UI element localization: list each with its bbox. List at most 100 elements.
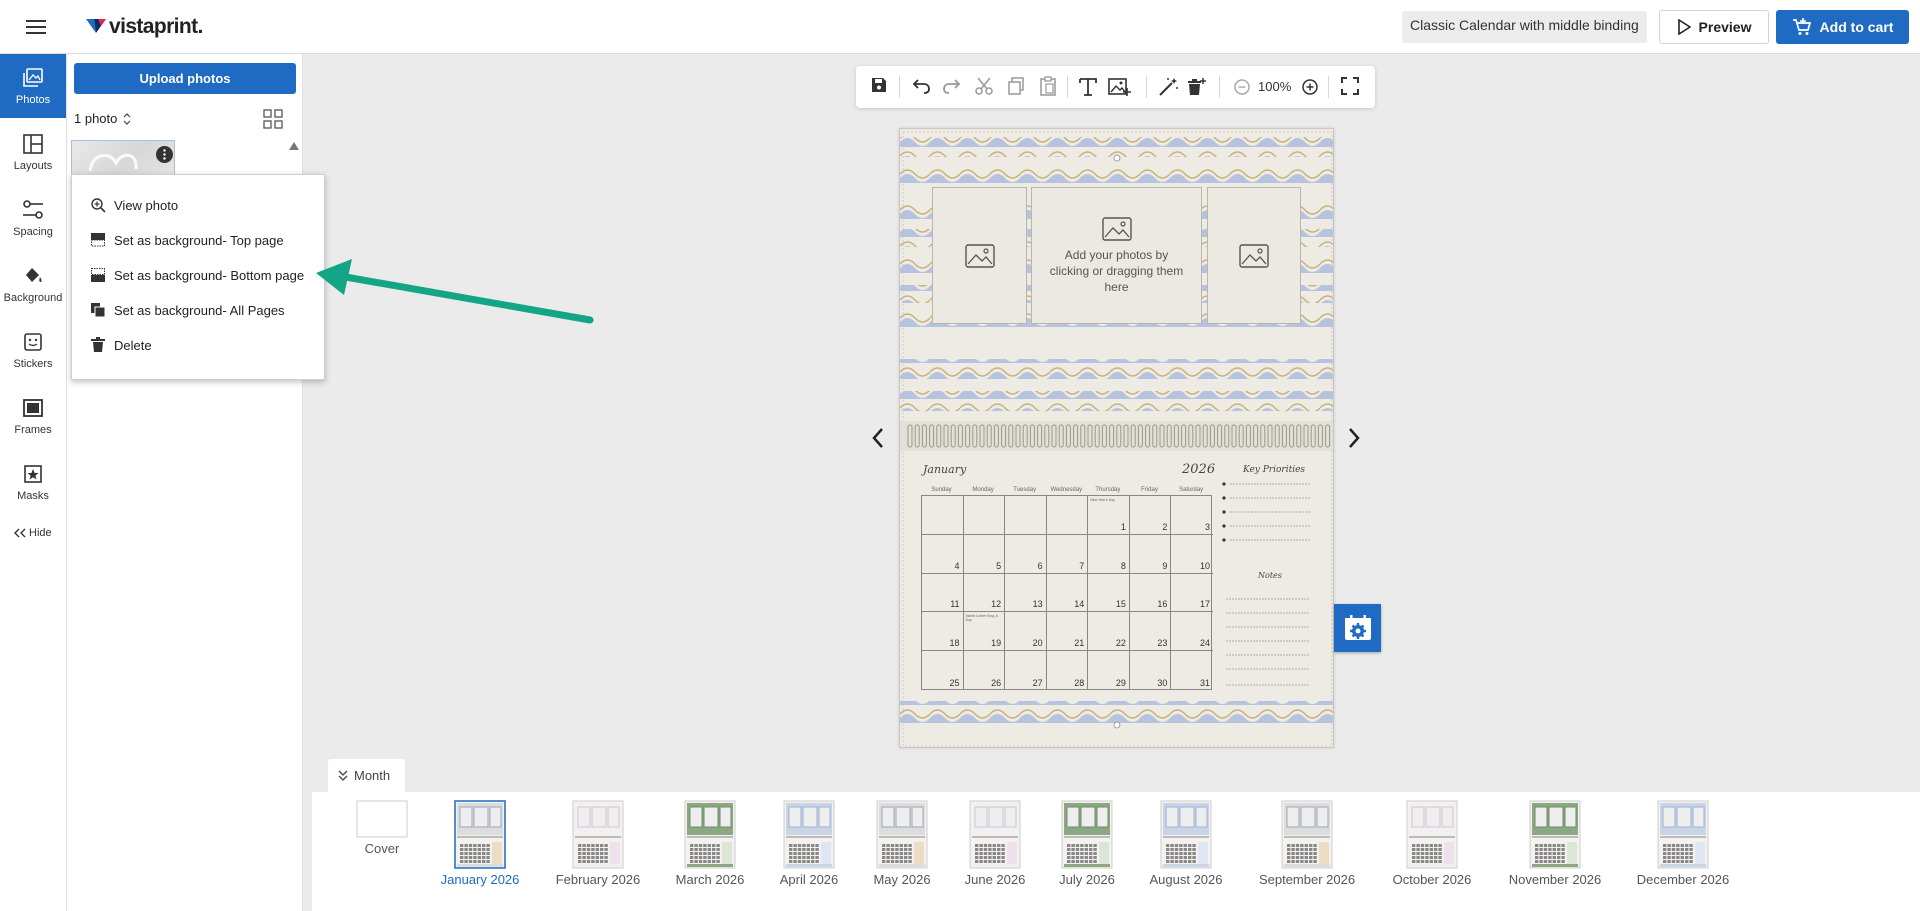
month-page-thumbnail[interactable]: [454, 800, 506, 869]
upload-photos-button[interactable]: Upload photos: [74, 63, 296, 94]
grid-view-icon[interactable]: [263, 109, 283, 129]
rail-item-masks[interactable]: Masks: [0, 450, 66, 514]
calendar-day-cell[interactable]: 7: [1046, 534, 1089, 574]
previous-page-arrow-icon[interactable]: [870, 426, 886, 450]
calendar-day-cell[interactable]: [922, 496, 964, 535]
calendar-day-cell[interactable]: 4: [922, 534, 964, 574]
calendar-day-cell[interactable]: 24: [1171, 612, 1213, 652]
month-page-thumbnail[interactable]: [1406, 800, 1458, 869]
rail-item-photos[interactable]: Photos: [0, 54, 66, 118]
calendar-day-cell[interactable]: 22: [1088, 612, 1130, 652]
calendar-day-cell[interactable]: 26: [964, 651, 1006, 690]
delete-all-icon[interactable]: [1186, 76, 1208, 98]
month-page-thumbnail[interactable]: [1160, 800, 1212, 869]
month-page-label[interactable]: October 2026: [1362, 872, 1502, 887]
vistaprint-logo[interactable]: vistaprint.: [85, 14, 203, 40]
magic-wand-icon[interactable]: [1157, 76, 1179, 98]
calendar-day-cell[interactable]: 9: [1129, 534, 1172, 574]
month-page-thumbnail[interactable]: [572, 800, 624, 869]
calendar-day-cell[interactable]: 10: [1171, 535, 1213, 574]
undo-icon[interactable]: [910, 76, 932, 96]
calendar-day-cell[interactable]: 21: [1046, 612, 1089, 652]
calendar-day-cell[interactable]: [1005, 496, 1047, 535]
month-page-thumbnail[interactable]: [1061, 800, 1113, 869]
calendar-day-cell[interactable]: 18: [922, 612, 964, 652]
menu-item-bg-all-pages[interactable]: Set as background- All Pages: [90, 299, 285, 321]
day-number: 15: [1115, 599, 1126, 610]
calendar-day-cell[interactable]: 6: [1005, 534, 1047, 574]
redo-icon[interactable]: [941, 76, 963, 96]
month-page-thumbnail[interactable]: [783, 800, 835, 869]
photo-sort-dropdown[interactable]: 1 photo: [74, 111, 131, 126]
month-page-thumbnail[interactable]: [684, 800, 736, 869]
calendar-day-cell[interactable]: 15: [1088, 573, 1130, 613]
copy-icon[interactable]: [1006, 76, 1026, 96]
photo-placeholder-left[interactable]: [932, 187, 1027, 324]
month-page-thumbnail[interactable]: [1281, 800, 1333, 869]
calendar-day-cell[interactable]: 13: [1005, 573, 1047, 613]
hide-panel-button[interactable]: Hide: [14, 527, 52, 539]
calendar-day-cell[interactable]: 20: [1005, 612, 1047, 652]
next-page-arrow-icon[interactable]: [1346, 426, 1362, 450]
month-strip-toggle[interactable]: Month: [328, 759, 405, 792]
calendar-day-cell[interactable]: [1046, 496, 1089, 535]
calendar-day-cell[interactable]: 8: [1088, 534, 1130, 574]
zoom-in-icon[interactable]: [1300, 76, 1320, 96]
calendar-day-cell[interactable]: 1 New Year's Day: [1088, 496, 1130, 535]
image-tool-icon[interactable]: [1107, 76, 1131, 98]
calendar-day-cell[interactable]: 30: [1130, 651, 1172, 690]
calendar-day-cell[interactable]: 28: [1047, 651, 1089, 690]
text-tool-icon[interactable]: [1077, 76, 1099, 98]
month-page-label[interactable]: August 2026: [1116, 872, 1256, 887]
calendar-day-cell[interactable]: 25: [922, 651, 964, 690]
calendar-day-cell[interactable]: 3: [1171, 496, 1213, 535]
calendar-day-cell[interactable]: 16: [1129, 573, 1172, 613]
rail-item-spacing[interactable]: Spacing: [0, 186, 66, 250]
rail-item-frames[interactable]: Frames: [0, 384, 66, 448]
month-page-thumbnail[interactable]: [876, 800, 928, 869]
calendar-day-cell[interactable]: 2: [1129, 496, 1172, 535]
month-page-label[interactable]: September 2026: [1237, 872, 1377, 887]
calendar-day-cell[interactable]: 27: [1005, 651, 1047, 690]
hide-label: Hide: [29, 527, 52, 539]
photo-more-options-button[interactable]: [156, 146, 173, 163]
calendar-day-cell[interactable]: 19 Martin Luther King Jr. Day: [963, 612, 1006, 652]
month-page-label[interactable]: Cover: [312, 841, 452, 856]
month-page-thumbnail[interactable]: [356, 800, 408, 869]
rail-item-stickers[interactable]: Stickers: [0, 318, 66, 382]
photo-placeholder-center[interactable]: Add your photos by clicking or dragging …: [1031, 187, 1202, 324]
scissors-icon[interactable]: [974, 76, 994, 96]
calendar-day-cell[interactable]: 29: [1088, 651, 1130, 690]
month-page-label[interactable]: December 2026: [1613, 872, 1753, 887]
menu-item-bg-bottom-page[interactable]: Set as background- Bottom page: [90, 264, 304, 286]
zoom-out-icon[interactable]: [1232, 76, 1252, 96]
add-to-cart-button[interactable]: Add to cart: [1776, 10, 1909, 44]
rail-item-background[interactable]: Background: [0, 252, 66, 316]
calendar-day-cell[interactable]: 11: [922, 573, 964, 613]
month-page-thumbnail[interactable]: [1657, 800, 1709, 869]
fullscreen-icon[interactable]: [1340, 76, 1360, 96]
month-page-thumbnail[interactable]: [969, 800, 1021, 869]
calendar-day-cell[interactable]: 17: [1171, 574, 1213, 613]
calendar-day-cell[interactable]: 14: [1046, 573, 1089, 613]
menu-item-bg-top-page[interactable]: Set as background- Top page: [90, 229, 284, 251]
month-page-thumbnail[interactable]: [1529, 800, 1581, 869]
calendar-day-cell[interactable]: [963, 496, 1006, 535]
month-page-label[interactable]: November 2026: [1485, 872, 1625, 887]
calendar-settings-button[interactable]: [1334, 604, 1381, 652]
photo-placeholder-right[interactable]: [1207, 187, 1301, 324]
calendar-day-cell[interactable]: 5: [963, 534, 1006, 574]
calendar-page-canvas[interactable]: Add your photos by clicking or dragging …: [899, 128, 1334, 748]
calendar-day-cell[interactable]: 31: [1171, 651, 1213, 690]
hamburger-menu-icon[interactable]: [25, 17, 47, 37]
preview-button[interactable]: Preview: [1659, 10, 1769, 44]
menu-item-view-photo[interactable]: View photo: [90, 194, 178, 216]
calendar-day-cell[interactable]: 12: [963, 573, 1006, 613]
calendar-day-cell[interactable]: 23: [1129, 612, 1172, 652]
scroll-up-arrow-icon[interactable]: [289, 142, 299, 150]
calendar-name-field[interactable]: Classic Calendar with middle binding: [1402, 11, 1647, 43]
paste-icon[interactable]: [1038, 76, 1058, 96]
save-icon[interactable]: [870, 76, 888, 94]
rail-item-layouts[interactable]: Layouts: [0, 120, 66, 184]
menu-item-delete[interactable]: Delete: [90, 334, 152, 356]
